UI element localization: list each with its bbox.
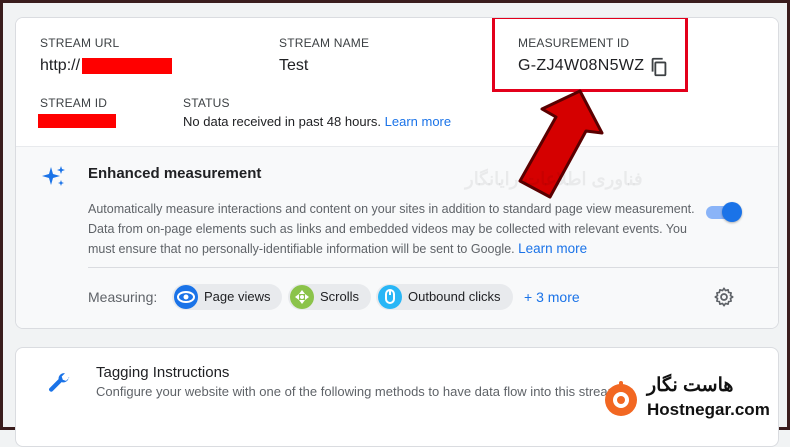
brand-name-en: Hostnegar.com bbox=[647, 400, 770, 419]
mouse-icon bbox=[378, 285, 402, 309]
desc-line-2: Data from on-page elements such as links… bbox=[88, 222, 687, 236]
chip-page-views: Page views bbox=[172, 284, 283, 310]
chip-page-views-label: Page views bbox=[204, 289, 271, 304]
more-measurements-link[interactable]: + 3 more bbox=[524, 289, 580, 305]
measurement-id-highlight bbox=[492, 18, 688, 92]
redacted-stream-id bbox=[38, 114, 116, 128]
status-label: STATUS bbox=[183, 96, 230, 110]
stream-id-label: STREAM ID bbox=[40, 96, 108, 110]
measuring-label: Measuring: bbox=[88, 289, 158, 305]
wrench-icon bbox=[49, 373, 70, 392]
status-learn-more-link[interactable]: Learn more bbox=[385, 114, 451, 129]
sparkle-icon bbox=[42, 166, 65, 186]
chip-scrolls: Scrolls bbox=[288, 284, 372, 310]
chip-outbound-clicks-label: Outbound clicks bbox=[408, 289, 501, 304]
brand-name-fa: هاست نگار bbox=[647, 375, 734, 396]
enhanced-measurement-description: Automatically measure interactions and c… bbox=[88, 199, 700, 259]
status-message: No data received in past 48 hours. bbox=[183, 114, 382, 129]
desc-line-3-text: must ensure that no personally-identifia… bbox=[88, 242, 515, 256]
stream-name-value: Test bbox=[279, 57, 309, 74]
crosshair-icon bbox=[290, 285, 314, 309]
enhanced-learn-more-link[interactable]: Learn more bbox=[518, 241, 587, 256]
toggle-thumb bbox=[722, 202, 742, 222]
section-divider bbox=[88, 267, 778, 268]
tagging-title: Tagging Instructions bbox=[96, 364, 230, 381]
enhanced-measurement-title: Enhanced measurement bbox=[88, 165, 262, 182]
stream-url-label: STREAM URL bbox=[40, 36, 120, 50]
desc-line-3: must ensure that no personally-identifia… bbox=[88, 239, 700, 259]
stream-info-section: STREAM URL http:// STREAM NAME Test MEAS… bbox=[16, 18, 778, 146]
enhanced-measurement-toggle[interactable] bbox=[706, 201, 742, 223]
hostnegar-logo-icon bbox=[605, 381, 637, 416]
status-text: No data received in past 48 hours. Learn… bbox=[183, 114, 451, 129]
desc-line-1: Automatically measure interactions and c… bbox=[88, 202, 695, 216]
stream-url-value: http:// bbox=[40, 57, 81, 74]
enhanced-measurement-section: Enhanced measurement Automatically measu… bbox=[16, 146, 778, 328]
tagging-instructions-card: Tagging Instructions Configure your webs… bbox=[15, 347, 779, 447]
redacted-url bbox=[82, 58, 172, 74]
watermark-subtitle: فناوری اطلاعات رایانگار bbox=[465, 169, 643, 189]
tagging-description: Configure your website with one of the f… bbox=[96, 384, 619, 399]
stream-details-card: STREAM URL http:// STREAM NAME Test MEAS… bbox=[15, 17, 779, 329]
chip-scrolls-label: Scrolls bbox=[320, 289, 360, 304]
chip-outbound-clicks: Outbound clicks bbox=[376, 284, 513, 310]
stream-name-label: STREAM NAME bbox=[279, 36, 370, 50]
gear-icon[interactable] bbox=[713, 286, 735, 308]
eye-icon bbox=[174, 285, 198, 309]
